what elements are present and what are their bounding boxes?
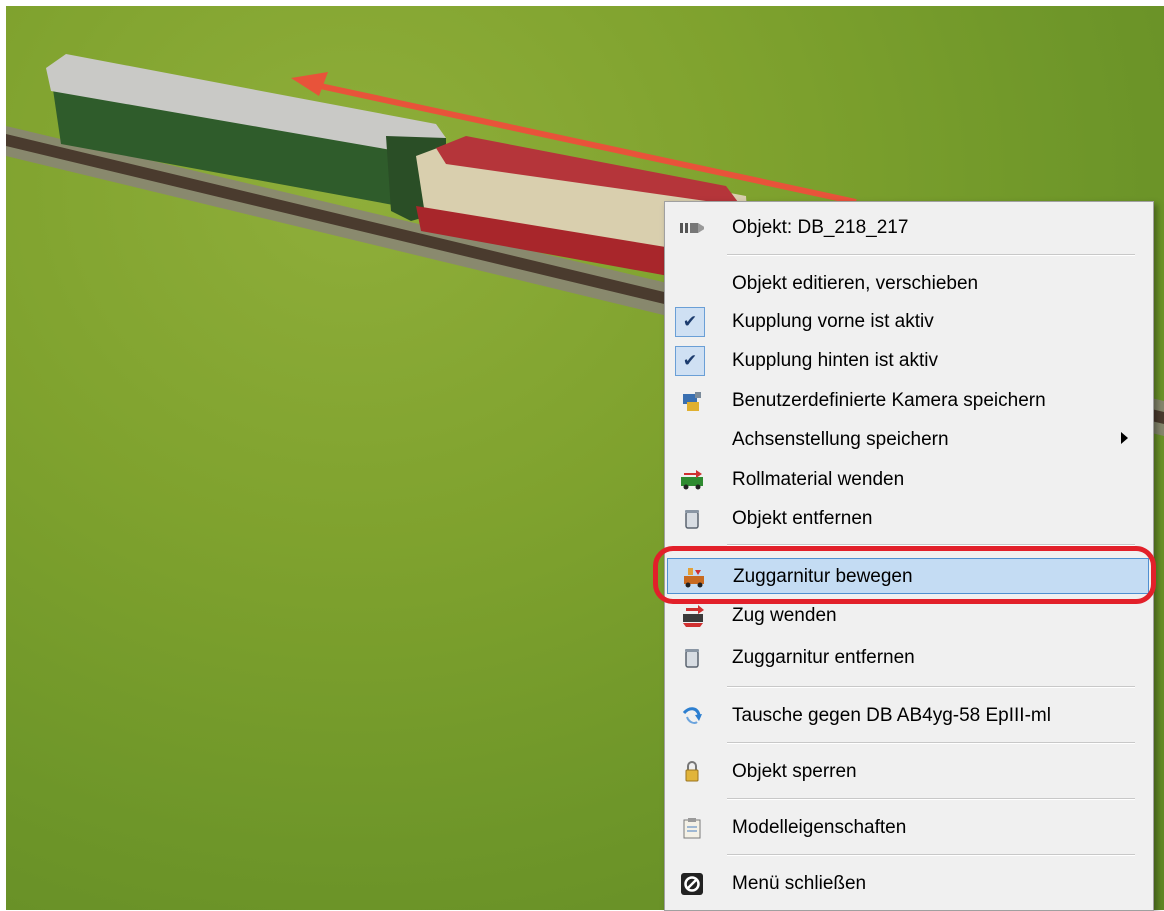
move-train-icon (681, 565, 705, 589)
menu-item-object-header[interactable]: Objekt: DB_218_217 (667, 210, 1149, 246)
menu-item-turn-rolling-stock[interactable]: Rollmaterial wenden (667, 462, 1149, 498)
turn-train-icon (680, 604, 704, 628)
menu-item-label: Modelleigenschaften (732, 817, 907, 838)
menu-item-label: Zuggarnitur entfernen (732, 647, 915, 668)
swap-icon (680, 704, 704, 728)
menu-item-move-train[interactable]: Zuggarnitur bewegen (667, 558, 1149, 594)
menu-item-label: Menü schließen (732, 873, 867, 894)
menu-item-label: Kupplung vorne ist aktiv (732, 311, 934, 332)
menu-item-label: Achsenstellung speichern (732, 429, 949, 450)
context-menu: Objekt: DB_218_217 Objekt editieren, ver… (664, 201, 1154, 911)
menu-item-close-menu[interactable]: Menü schließen (667, 866, 1149, 902)
check-icon: ✔ (675, 307, 705, 337)
trash-can-icon (680, 507, 704, 531)
rolling-stock-turn-icon (680, 468, 704, 492)
menu-separator (727, 544, 1135, 546)
menu-item-label: Kupplung hinten ist aktiv (732, 350, 938, 371)
menu-item-label: Objekt sperren (732, 761, 857, 782)
menu-separator (727, 854, 1135, 856)
check-icon: ✔ (675, 346, 705, 376)
menu-item-save-camera[interactable]: Benutzerdefinierte Kamera speichern (667, 383, 1149, 419)
menu-item-swap-model[interactable]: Tausche gegen DB AB4yg-58 EpIII-ml (667, 698, 1149, 734)
submenu-arrow-icon (1121, 432, 1128, 444)
menu-item-edit-object[interactable]: Objekt editieren, verschieben (667, 266, 1149, 302)
menu-item-label: Objekt editieren, verschieben (732, 273, 979, 294)
clipboard-icon (680, 816, 704, 840)
camera-save-icon (680, 389, 704, 413)
menu-item-label: Objekt: DB_218_217 (732, 217, 909, 238)
menu-item-coupling-front[interactable]: ✔ Kupplung vorne ist aktiv (667, 304, 1149, 340)
close-menu-icon (680, 872, 704, 896)
menu-item-label: Objekt entfernen (732, 508, 873, 529)
menu-item-label: Zuggarnitur bewegen (733, 566, 913, 587)
menu-item-model-properties[interactable]: Modelleigenschaften (667, 810, 1149, 846)
menu-item-coupling-back[interactable]: ✔ Kupplung hinten ist aktiv (667, 343, 1149, 379)
lock-icon (680, 760, 704, 784)
menu-separator (727, 742, 1135, 744)
menu-item-save-axle-position[interactable]: Achsenstellung speichern (667, 422, 1149, 458)
menu-separator (727, 254, 1135, 256)
menu-item-remove-object[interactable]: Objekt entfernen (667, 501, 1149, 537)
trash-can-icon (680, 646, 704, 670)
menu-item-turn-train[interactable]: Zug wenden (667, 598, 1149, 634)
menu-separator (727, 686, 1135, 688)
menu-item-remove-train[interactable]: Zuggarnitur entfernen (667, 640, 1149, 676)
menu-item-label: Rollmaterial wenden (732, 469, 905, 490)
menu-item-label: Tausche gegen DB AB4yg-58 EpIII-ml (732, 705, 1051, 726)
menu-item-label: Benutzerdefinierte Kamera speichern (732, 390, 1046, 411)
menu-item-label: Zug wenden (732, 605, 837, 626)
object-info-icon (680, 216, 704, 240)
menu-item-lock-object[interactable]: Objekt sperren (667, 754, 1149, 790)
menu-separator (727, 798, 1135, 800)
